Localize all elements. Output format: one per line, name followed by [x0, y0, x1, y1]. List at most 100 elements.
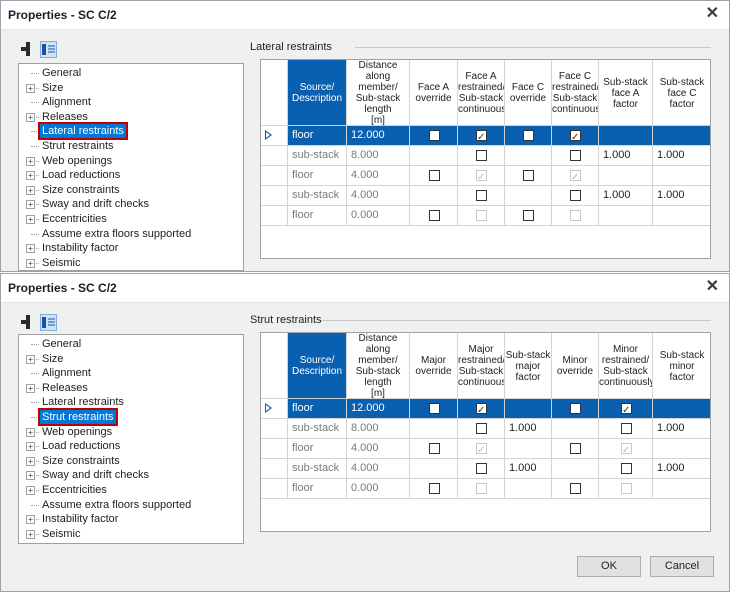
- tree-item[interactable]: + Load reductions: [19, 168, 243, 182]
- table-cell[interactable]: [599, 439, 653, 459]
- table-cell[interactable]: 1.000: [505, 459, 552, 479]
- checkbox[interactable]: [476, 190, 487, 201]
- table-cell[interactable]: [552, 439, 599, 459]
- table-cell[interactable]: [599, 479, 653, 499]
- tree-item[interactable]: + Web openings: [19, 425, 243, 439]
- table-cell[interactable]: 1.000: [653, 146, 710, 166]
- table-cell[interactable]: [552, 186, 599, 206]
- table-cell[interactable]: [505, 399, 552, 419]
- checkbox[interactable]: [429, 130, 440, 141]
- table-cell[interactable]: 8.000: [347, 419, 410, 439]
- tree-item[interactable]: + Size: [19, 81, 243, 95]
- table-row[interactable]: floor 4.000: [261, 166, 710, 186]
- table-cell[interactable]: [458, 166, 505, 186]
- checkbox[interactable]: [429, 210, 440, 221]
- tree-item[interactable]: + Releases: [19, 110, 243, 124]
- tree-item[interactable]: + Eccentricities: [19, 212, 243, 226]
- tree-item[interactable]: + Sway and drift checks: [19, 468, 243, 482]
- table-cell[interactable]: sub-stack: [288, 186, 347, 206]
- table-row[interactable]: sub-stack 8.000 1.000 1.000: [261, 419, 710, 439]
- table-cell[interactable]: [410, 186, 458, 206]
- table-cell[interactable]: [458, 459, 505, 479]
- checkbox[interactable]: [621, 401, 632, 418]
- table-cell[interactable]: [458, 419, 505, 439]
- table-row[interactable]: sub-stack 4.000 1.000 1.000: [261, 186, 710, 206]
- properties-list-icon[interactable]: [40, 314, 57, 331]
- table-cell[interactable]: [410, 439, 458, 459]
- table-cell[interactable]: sub-stack: [288, 459, 347, 479]
- tree-item[interactable]: + Size: [19, 352, 243, 366]
- checkbox[interactable]: [523, 210, 534, 221]
- table-cell[interactable]: [458, 439, 505, 459]
- checkbox[interactable]: [570, 443, 581, 454]
- table-cell[interactable]: 0.000: [347, 479, 410, 499]
- tree-item[interactable]: Lateral restraints: [19, 122, 243, 141]
- property-tree[interactable]: General + Size Alignment + Releases Lateral re…: [18, 334, 244, 544]
- table-cell[interactable]: [653, 479, 710, 499]
- table-cell[interactable]: 4.000: [347, 186, 410, 206]
- tree-item[interactable]: + Eccentricities: [19, 483, 243, 497]
- table-cell[interactable]: [410, 146, 458, 166]
- table-cell[interactable]: [505, 479, 552, 499]
- tree-item[interactable]: Alignment: [19, 95, 243, 109]
- tree-item[interactable]: + Load reductions: [19, 439, 243, 453]
- table-cell[interactable]: [599, 459, 653, 479]
- table-cell[interactable]: [458, 479, 505, 499]
- table-cell[interactable]: [410, 479, 458, 499]
- table-cell[interactable]: [410, 126, 458, 146]
- tree-item[interactable]: Assume extra floors supported: [19, 498, 243, 512]
- tree-item[interactable]: Lateral restraints: [19, 395, 243, 409]
- table-cell[interactable]: 1.000: [599, 186, 653, 206]
- table-cell[interactable]: [653, 206, 710, 226]
- checkbox[interactable]: [476, 423, 487, 434]
- table-cell[interactable]: [410, 459, 458, 479]
- tree-item[interactable]: + Size constraints: [19, 183, 243, 197]
- table-row[interactable]: floor 12.000: [261, 126, 710, 146]
- checkbox[interactable]: [570, 403, 581, 414]
- table-cell[interactable]: 1.000: [653, 459, 710, 479]
- table-cell[interactable]: [458, 186, 505, 206]
- cancel-button[interactable]: Cancel: [650, 556, 714, 577]
- table-cell[interactable]: [599, 166, 653, 186]
- table-cell[interactable]: [505, 146, 552, 166]
- table-cell[interactable]: 8.000: [347, 146, 410, 166]
- table-cell[interactable]: [410, 419, 458, 439]
- tree-item[interactable]: General: [19, 66, 243, 80]
- table-cell[interactable]: 12.000: [347, 126, 410, 146]
- checkbox[interactable]: [476, 401, 487, 418]
- table-cell[interactable]: [599, 206, 653, 226]
- table-cell[interactable]: 4.000: [347, 166, 410, 186]
- table-cell[interactable]: [653, 399, 710, 419]
- tree-item[interactable]: + Size constraints: [19, 454, 243, 468]
- table-cell[interactable]: [505, 186, 552, 206]
- property-tree[interactable]: General + Size Alignment + Releases Lateral re…: [18, 63, 244, 271]
- table-cell[interactable]: [505, 166, 552, 186]
- table-cell[interactable]: floor: [288, 126, 347, 146]
- checkbox[interactable]: [476, 128, 487, 145]
- table-cell[interactable]: [653, 166, 710, 186]
- table-cell[interactable]: floor: [288, 206, 347, 226]
- table-cell[interactable]: 1.000: [653, 186, 710, 206]
- table-row[interactable]: floor 0.000: [261, 479, 710, 499]
- table-cell[interactable]: 4.000: [347, 439, 410, 459]
- table-cell[interactable]: [410, 206, 458, 226]
- table-cell[interactable]: 1.000: [599, 146, 653, 166]
- table-cell[interactable]: [552, 126, 599, 146]
- member-icon[interactable]: [20, 314, 36, 330]
- tree-item[interactable]: Assume extra floors supported: [19, 227, 243, 241]
- properties-list-icon[interactable]: [40, 41, 57, 58]
- checkbox[interactable]: [621, 423, 632, 434]
- tree-item[interactable]: + Releases: [19, 381, 243, 395]
- checkbox[interactable]: [570, 150, 581, 161]
- table-cell[interactable]: [552, 146, 599, 166]
- table-cell[interactable]: 1.000: [653, 419, 710, 439]
- table-row[interactable]: floor 0.000: [261, 206, 710, 226]
- checkbox[interactable]: [429, 170, 440, 181]
- table-cell[interactable]: [458, 146, 505, 166]
- table-row[interactable]: floor 12.000: [261, 399, 710, 419]
- checkbox[interactable]: [429, 483, 440, 494]
- table-cell[interactable]: floor: [288, 479, 347, 499]
- tree-item[interactable]: + Seismic: [19, 527, 243, 541]
- checkbox[interactable]: [476, 463, 487, 474]
- tree-item[interactable]: Strut restraints: [19, 408, 243, 426]
